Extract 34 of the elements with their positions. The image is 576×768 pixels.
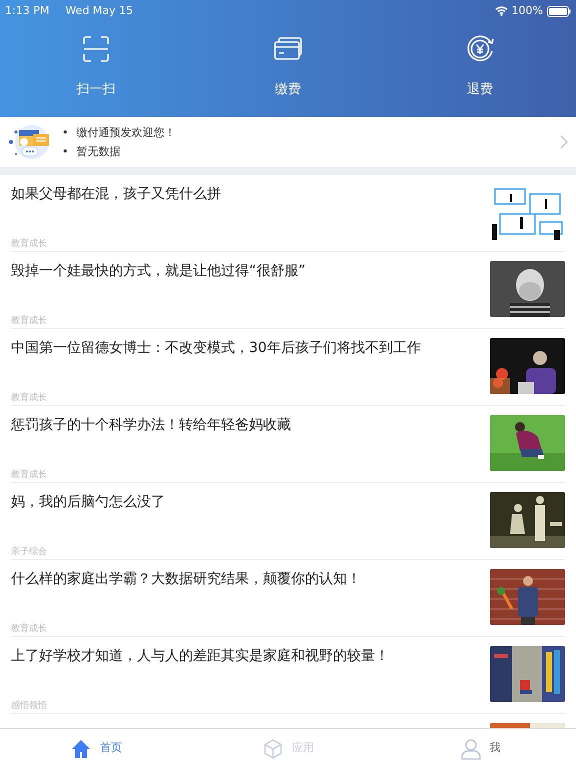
- bullet: •: [62, 144, 68, 160]
- article-title[interactable]: 中国第一位留德女博士：不改变模式，30年后孩子们将找不到工作: [11, 338, 474, 358]
- article-category: 教育成长: [11, 392, 48, 404]
- article-title[interactable]: 惩罚孩子的十个科学办法！转给年轻爸妈收藏: [11, 415, 474, 435]
- battery-level: 100%: [512, 2, 543, 19]
- bullet: •: [62, 125, 68, 141]
- article-category: 感悟领悟: [11, 700, 48, 712]
- status-date: Wed May 15: [65, 2, 134, 19]
- action-button[interactable]: 缴费: [192, 34, 384, 100]
- tab-button[interactable]: 首页: [0, 738, 192, 760]
- article-title[interactable]: 上了好学校才知道，人与人的差距其实是家庭和视野的较量！: [11, 646, 474, 666]
- status-time: 1:13 PM: [5, 2, 50, 19]
- battery-icon: [547, 6, 571, 16]
- action-button[interactable]: 扫一扫: [0, 34, 192, 100]
- tab-button[interactable]: 我: [384, 738, 576, 760]
- notice-text: 缴付通预发欢迎您！: [76, 125, 176, 141]
- cube-icon: [262, 738, 284, 760]
- article-category: 教育成长: [11, 314, 48, 328]
- user-icon: [460, 738, 482, 760]
- chevron-right-icon[interactable]: [560, 135, 568, 149]
- article-category: 教育成长: [11, 238, 48, 250]
- article-title[interactable]: 如果父母都在混，孩子又凭什么拼: [11, 184, 474, 204]
- home-icon: [70, 738, 92, 760]
- action-button[interactable]: 退费: [384, 34, 576, 100]
- article-title[interactable]: 毁掉一个娃最快的方式，就是让他过得“很舒服”: [11, 261, 474, 281]
- article-category: 亲子综合: [11, 546, 48, 558]
- notice-text: 暂无数据: [76, 144, 120, 160]
- yen-coin-icon: [465, 34, 495, 64]
- article-title[interactable]: 妈，我的后脑勺怎么没了: [11, 492, 474, 512]
- article-category: 教育成长: [11, 468, 48, 482]
- article-title[interactable]: 什么样的家庭出学霸？大数据研究结果，颠覆你的认知！: [11, 569, 474, 589]
- scan-icon: [81, 34, 111, 64]
- wifi-icon: [494, 6, 508, 16]
- article-category: 教育成长: [11, 622, 48, 636]
